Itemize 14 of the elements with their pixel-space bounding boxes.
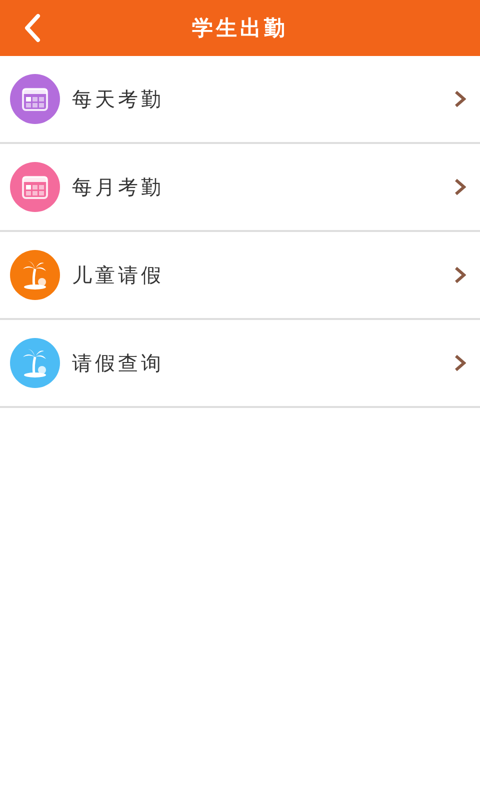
menu-item-label[interactable]: 儿童请假 [72,262,454,288]
calendar-icon [22,88,48,111]
chevron-right-icon [454,178,466,196]
palm-tree-icon [23,261,46,290]
menu-item-label[interactable]: 请假查询 [72,350,454,376]
palm-tree-icon [23,349,46,378]
chevron-right-icon [454,90,466,108]
calendar-icon [22,176,48,199]
chevron-right-icon [454,266,466,284]
menu-item-label[interactable]: 每天考勤 [72,86,454,112]
back-icon [23,13,41,43]
chevron-right-icon [454,354,466,372]
menu-item-label[interactable]: 每月考勤 [72,174,454,200]
screen-title: 学生出勤 [192,15,288,42]
